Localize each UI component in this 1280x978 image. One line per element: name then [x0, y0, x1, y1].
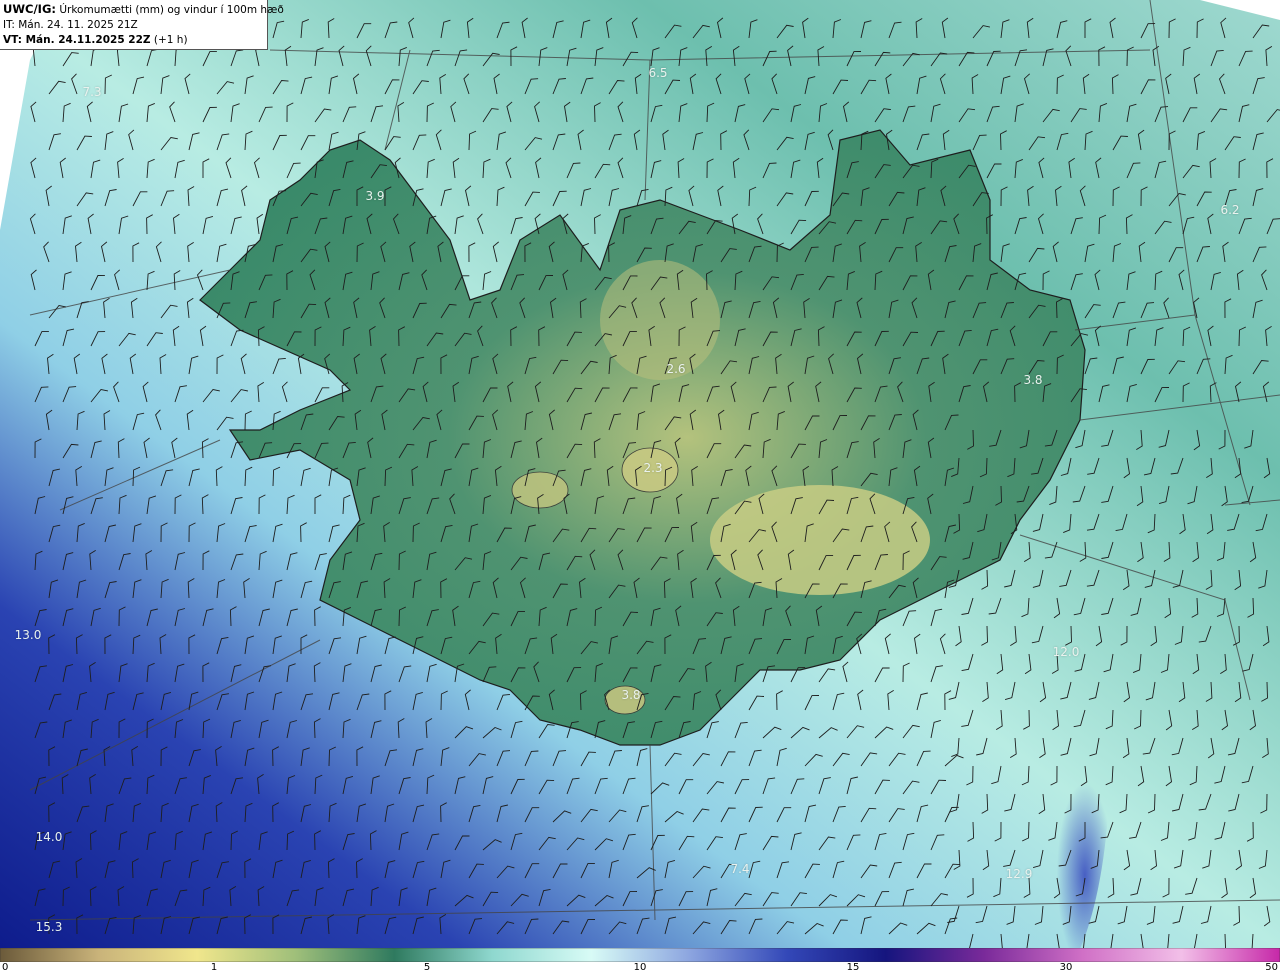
colorbar-tick: 50 — [1265, 962, 1278, 973]
glacier-hofsjokull — [621, 447, 679, 493]
glacier-langjokull — [511, 471, 569, 509]
glacier-vatnajokull — [710, 485, 930, 595]
colorbar-gradient — [0, 948, 1280, 962]
precipitation-wind-map[interactable] — [0, 0, 1280, 948]
colorbar-tick: 15 — [846, 962, 860, 973]
colorbar-tick: 0 — [2, 962, 9, 973]
header-title-line: UWC/IG: Úrkomumætti (mm) og vindur í 100… — [3, 2, 284, 18]
map-title: Úrkomumætti (mm) og vindur í 100m hæð — [59, 4, 284, 16]
valid-time: VT: Mán. 24.11.2025 22Z — [3, 34, 151, 46]
colorbar-tick: 5 — [423, 962, 431, 973]
colorbar-tick: 1 — [210, 962, 218, 973]
colorbar — [0, 948, 1280, 962]
issue-time: IT: Mán. 24. 11. 2025 21Z — [3, 19, 138, 31]
product-code: UWC/IG: — [3, 2, 56, 16]
colorbar-tick: 10 — [633, 962, 647, 973]
valid-time-line: VT: Mán. 24.11.2025 22Z (+1 h) — [3, 33, 264, 48]
map-header: UWC/IG: Úrkomumætti (mm) og vindur í 100… — [0, 0, 284, 50]
glacier-myrdalsjokull — [604, 685, 646, 715]
colorbar-tick: 30 — [1059, 962, 1073, 973]
lead-time: (+1 h) — [153, 34, 188, 46]
